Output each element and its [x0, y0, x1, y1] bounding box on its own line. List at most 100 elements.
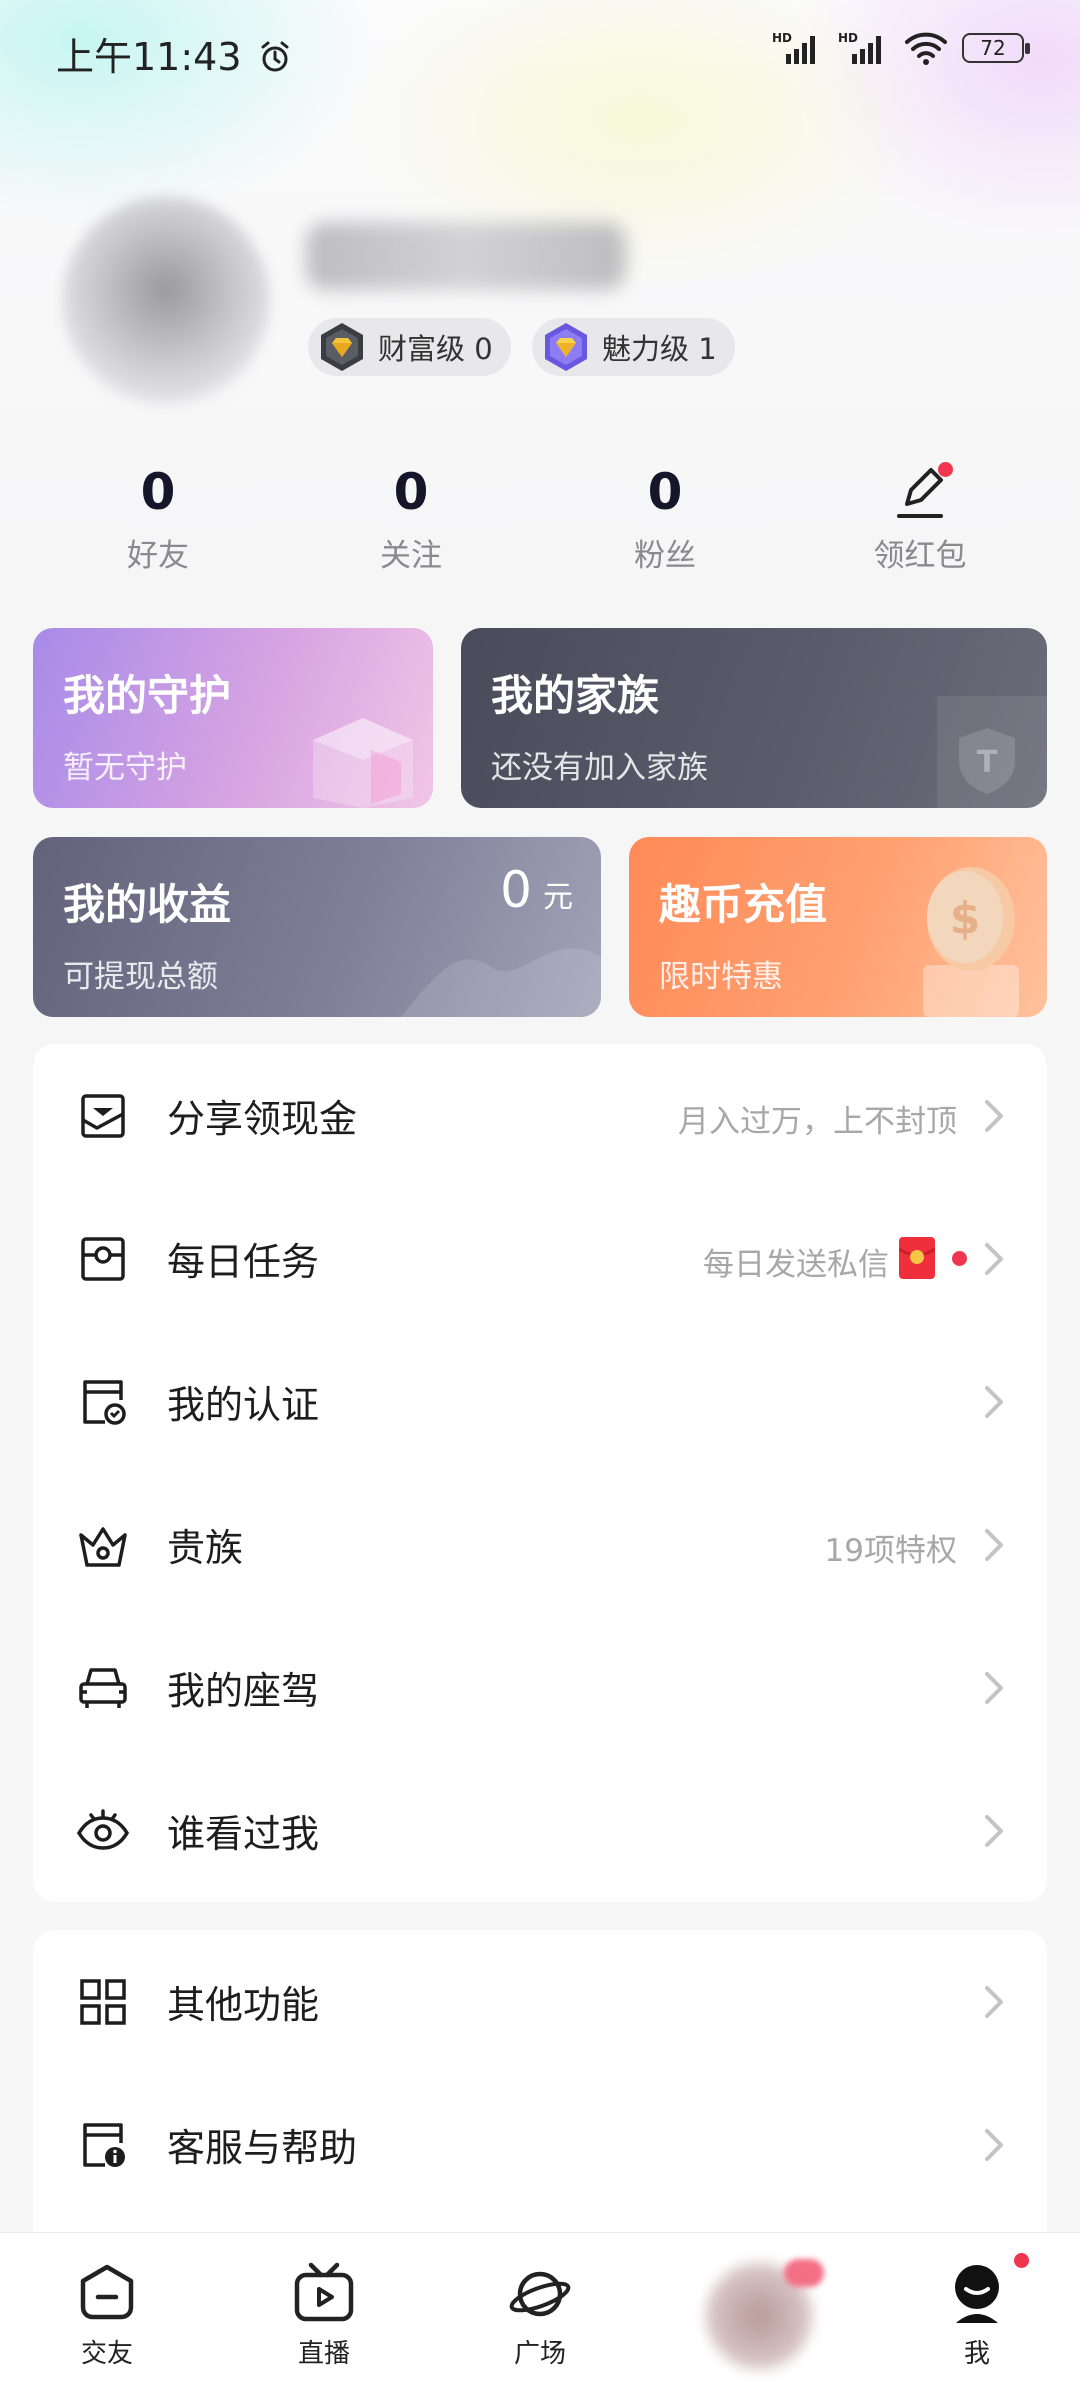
- chevron-right-icon: [985, 1100, 1003, 1132]
- friends-stat[interactable]: 0 好友: [58, 462, 258, 575]
- battery-indicator: 72: [962, 33, 1030, 63]
- earnings-amount: 0 元: [500, 861, 573, 919]
- svg-text:HD: HD: [772, 31, 792, 45]
- nav-label: 广场: [513, 2339, 566, 2369]
- crown-icon: [79, 1527, 127, 1567]
- menu-item-other-features[interactable]: 其他功能: [33, 1930, 1047, 2073]
- nav-label: 直播: [297, 2339, 350, 2369]
- planet-icon: [509, 2271, 571, 2317]
- nav-tab-live[interactable]: 直播: [269, 2261, 379, 2370]
- my-family-card[interactable]: T 我的家族 还没有加入家族: [461, 628, 1047, 808]
- chevron-right-icon: [985, 1529, 1003, 1561]
- alarm-icon: [261, 41, 289, 72]
- menu-label: 贵族: [167, 1526, 244, 1570]
- guard-cube-icon: [313, 718, 413, 808]
- earnings-title: 我的收益: [63, 880, 232, 929]
- menu-label: 分享领现金: [167, 1097, 358, 1141]
- guard-subtitle: 暂无守护: [63, 750, 187, 786]
- user-name[interactable]: [306, 222, 626, 290]
- chevron-right-icon: [985, 1243, 1003, 1275]
- earnings-value: 0: [500, 861, 532, 919]
- earnings-subtitle: 可提现总额: [63, 959, 218, 995]
- menu-item-my-vehicle[interactable]: 我的座驾: [33, 1616, 1047, 1759]
- menu-label: 谁看过我: [167, 1812, 320, 1856]
- menu-item-who-viewed-me[interactable]: 谁看过我: [33, 1759, 1047, 1902]
- red-packet-dot: [938, 462, 953, 477]
- red-packet-button[interactable]: 领红包: [820, 462, 1020, 575]
- fans-count: 0: [647, 463, 683, 521]
- wealth-gem-icon: [321, 323, 363, 371]
- menu-hint: 19项特权: [824, 1533, 957, 1569]
- menu-item-certification[interactable]: 我的认证: [33, 1330, 1047, 1473]
- menu-hint: 每日发送私信: [703, 1247, 889, 1283]
- bottom-navigation: 交友 直播 广场 我: [0, 2232, 1080, 2401]
- svg-text:$: $: [950, 893, 981, 944]
- menu-label: 我的认证: [167, 1383, 320, 1427]
- fans-label: 粉丝: [634, 538, 696, 574]
- family-subtitle: 还没有加入家族: [491, 750, 708, 786]
- red-packet-label: 领红包: [873, 538, 967, 574]
- wifi-icon: [905, 32, 947, 65]
- status-icons: HD HD 72: [772, 30, 1030, 66]
- grid-icon: [80, 1979, 126, 2025]
- menu-item-share-cash[interactable]: 分享领现金 月入过万，上不封顶: [33, 1044, 1047, 1187]
- menu-item-nobility[interactable]: 贵族 19项特权: [33, 1473, 1047, 1616]
- wealth-level-badge[interactable]: 财富级 0: [308, 318, 511, 376]
- nav-tab-friends[interactable]: 交友: [52, 2261, 162, 2370]
- following-stat[interactable]: 0 关注: [311, 462, 511, 575]
- center-badge: [784, 2259, 824, 2287]
- charm-level-badge[interactable]: 魅力级 1: [532, 318, 735, 376]
- my-guard-card[interactable]: 我的守护 暂无守护: [33, 628, 433, 808]
- menu-item-daily-tasks[interactable]: 每日任务 每日发送私信: [33, 1187, 1047, 1330]
- recharge-subtitle: 限时特惠: [659, 959, 783, 995]
- menu-label: 每日任务: [167, 1240, 320, 1284]
- certificate-icon: [83, 1380, 126, 1425]
- chevron-right-icon: [985, 1815, 1003, 1847]
- my-earnings-card[interactable]: 我的收益 可提现总额 0 元: [33, 837, 601, 1017]
- me-red-dot: [1014, 2253, 1029, 2268]
- menu-label: 其他功能: [167, 1983, 320, 2027]
- chevron-right-icon: [985, 2129, 1003, 2161]
- signal-hd-icon: HD: [838, 31, 881, 64]
- coin-icon: $: [923, 867, 1019, 1017]
- charm-gem-icon: [545, 323, 587, 371]
- guard-title: 我的守护: [63, 671, 232, 720]
- following-label: 关注: [380, 538, 442, 574]
- svg-text:T: T: [977, 745, 998, 780]
- nav-label: 我: [963, 2339, 990, 2369]
- chat-icon: [80, 2264, 134, 2320]
- car-icon: [79, 1668, 127, 1708]
- status-time: 上午11:43: [56, 26, 292, 81]
- chevron-right-icon: [985, 1986, 1003, 2018]
- following-count: 0: [393, 463, 429, 521]
- main-menu-list: 分享领现金 月入过万，上不封顶 每日任务 每日发送私信 我的认证 贵族 19项特…: [33, 1044, 1047, 1902]
- avatar[interactable]: [62, 196, 270, 404]
- family-title: 我的家族: [491, 671, 660, 720]
- friends-label: 好友: [127, 538, 189, 574]
- friends-count: 0: [140, 463, 176, 521]
- menu-item-customer-service[interactable]: 客服与帮助: [33, 2073, 1047, 2216]
- fans-stat[interactable]: 0 粉丝: [565, 462, 765, 575]
- other-menu-list: 其他功能 客服与帮助: [33, 1930, 1047, 2260]
- coin-recharge-card[interactable]: $ 趣币充值 限时特惠: [629, 837, 1047, 1017]
- menu-label: 客服与帮助: [167, 2126, 358, 2170]
- menu-hint: 月入过万，上不封顶: [678, 1104, 957, 1140]
- menu-label: 我的座驾: [167, 1669, 320, 1713]
- task-red-dot: [952, 1251, 967, 1266]
- chevron-right-icon: [985, 1386, 1003, 1418]
- family-shield-icon: T: [937, 696, 1047, 808]
- earnings-unit: 元: [543, 880, 573, 915]
- profile-icon: [955, 2265, 999, 2323]
- svg-text:HD: HD: [838, 31, 858, 45]
- help-icon: [83, 2123, 125, 2167]
- red-envelope-icon: [899, 1237, 935, 1279]
- earnings-wave-decoration: [401, 948, 601, 1017]
- nav-label: 交友: [80, 2339, 133, 2369]
- eye-icon: [77, 1809, 129, 1850]
- nav-tab-square[interactable]: 广场: [485, 2261, 595, 2370]
- signal-hd-icon: HD: [772, 31, 815, 64]
- nav-tab-me[interactable]: 我: [922, 2261, 1032, 2370]
- recharge-title: 趣币充值: [659, 880, 828, 929]
- chevron-right-icon: [985, 1672, 1003, 1704]
- share-envelope-icon: [81, 1094, 125, 1138]
